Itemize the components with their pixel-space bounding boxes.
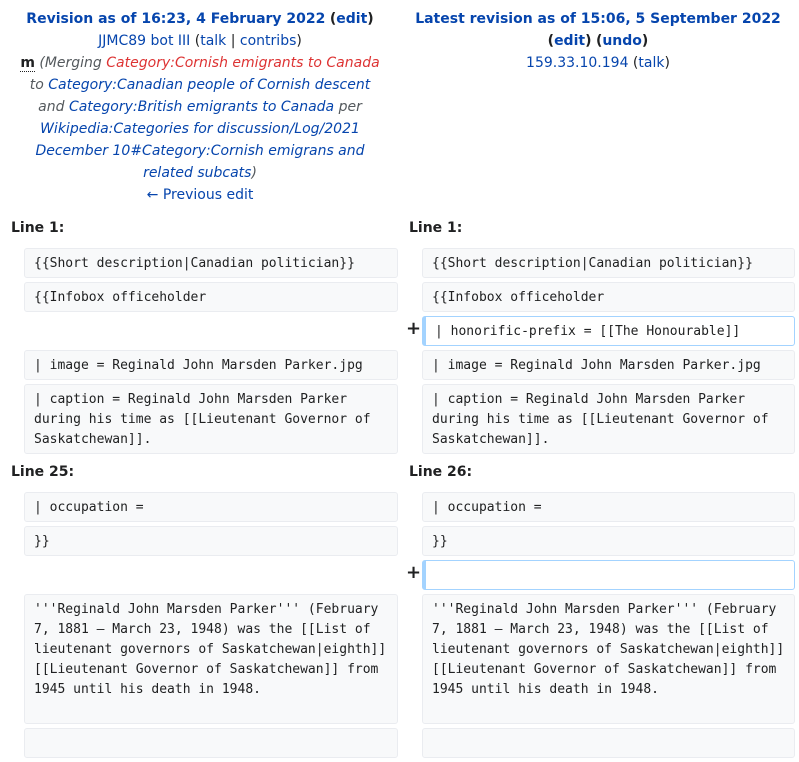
line-number-left: Line 1: — [11, 220, 65, 236]
minor-edit-marker: m — [20, 55, 35, 72]
diff-context-left: | caption = Reginald John Marsden Parker… — [24, 384, 398, 454]
summary-text: to — [29, 77, 49, 93]
diff-context-left: {{Short description|Canadian politician}… — [24, 248, 398, 278]
line-number-right: Line 1: — [409, 220, 463, 236]
diff-added-marker: + — [406, 562, 422, 583]
old-revision-header: Revision as of 16:23, 4 February 2022 (e… — [10, 8, 390, 206]
line-number-left: Line 25: — [11, 464, 75, 480]
summary-category-cornish-descent-link[interactable]: Category:Canadian people of Cornish desc… — [48, 77, 370, 93]
old-user-contribs-link[interactable]: contribs — [240, 33, 296, 49]
old-user-link[interactable]: JJMC89 bot III — [98, 33, 190, 49]
summary-text: per — [334, 99, 362, 115]
new-edit-link[interactable]: edit — [554, 33, 585, 49]
old-revision-user-line: JJMC89 bot III (talk | contribs) — [98, 33, 302, 49]
diff-context-right: }} — [422, 526, 795, 556]
new-user-talk-link[interactable]: talk — [638, 55, 664, 71]
diff-context-right: | occupation = — [422, 492, 795, 522]
diff-context-left: }} — [24, 526, 398, 556]
summary-cfd-link[interactable]: Wikipedia:Categories for discussion/Log/… — [35, 121, 364, 181]
diff-context-left — [24, 728, 398, 758]
diff-context-left: | occupation = — [24, 492, 398, 522]
diff-context-right: {{Infobox officeholder — [422, 282, 795, 312]
undo-link[interactable]: undo — [602, 33, 642, 49]
line-number-right: Line 26: — [409, 464, 473, 480]
diff-added-line: | honorific-prefix = [[The Honourable]] — [422, 316, 795, 346]
old-edit-link[interactable]: edit — [336, 11, 367, 27]
diff-context-right: | image = Reginald John Marsden Parker.j… — [422, 350, 795, 380]
old-revision-link[interactable]: Revision as of 16:23, 4 February 2022 — [26, 11, 325, 27]
diff-context-right: | caption = Reginald John Marsden Parker… — [422, 384, 795, 454]
diff-context-right: '''Reginald John Marsden Parker''' (Febr… — [422, 594, 795, 724]
new-user-link[interactable]: 159.33.10.194 — [526, 55, 628, 71]
diff-added-marker: + — [406, 318, 422, 339]
new-revision-title: Latest revision as of 15:06, 5 September… — [408, 8, 788, 30]
summary-text: (Merging — [39, 55, 107, 71]
new-revision-link[interactable]: Latest revision as of 15:06, 5 September… — [415, 11, 781, 27]
diff-context-left: '''Reginald John Marsden Parker''' (Febr… — [24, 594, 398, 724]
previous-edit-link[interactable]: ← Previous edit — [147, 187, 254, 203]
diff-added-line — [422, 560, 795, 590]
diff-context-right — [422, 728, 795, 758]
summary-category-cornish-emigrants-link[interactable]: Category:Cornish emigrants to Canada — [106, 55, 379, 71]
old-user-talk-link[interactable]: talk — [200, 33, 226, 49]
diff-context-left: | image = Reginald John Marsden Parker.j… — [24, 350, 398, 380]
summary-text: and — [38, 99, 69, 115]
summary-category-british-emigrants-link[interactable]: Category:British emigrants to Canada — [69, 99, 334, 115]
new-revision-user-line: 159.33.10.194 (talk) — [526, 55, 670, 71]
diff-context-left: {{Infobox officeholder — [24, 282, 398, 312]
summary-text: ) — [251, 165, 257, 181]
diff-context-right: {{Short description|Canadian politician}… — [422, 248, 795, 278]
new-revision-header: Latest revision as of 15:06, 5 September… — [408, 8, 788, 74]
old-revision-title: Revision as of 16:23, 4 February 2022 (e… — [26, 11, 374, 27]
edit-summary: m (Merging Category:Cornish emigrants to… — [10, 52, 390, 184]
